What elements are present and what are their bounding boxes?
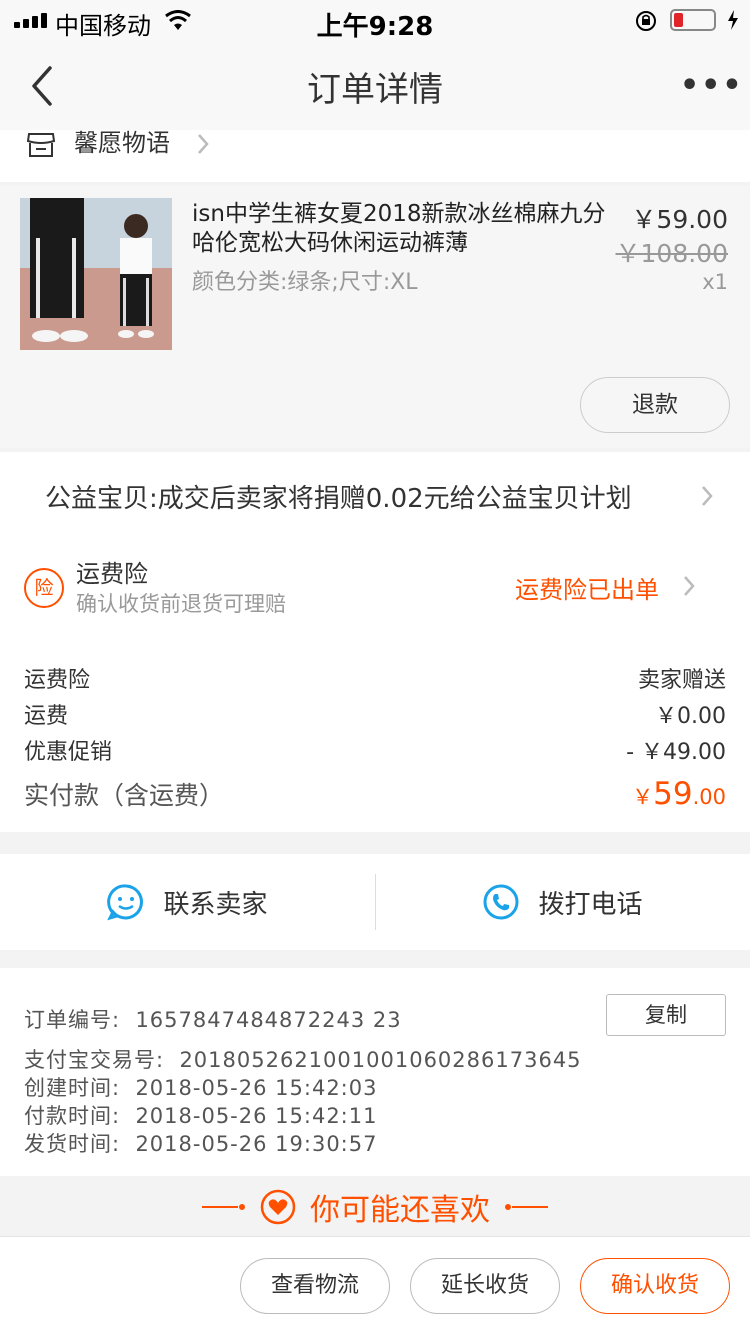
status-bar: 中国移动 上午9:28	[0, 0, 750, 42]
created-label: 创建时间:	[24, 1076, 121, 1100]
shipped-time: 2018-05-26 19:30:57	[135, 1132, 378, 1156]
order-number-label: 订单编号:	[24, 1008, 121, 1032]
fee-label: 优惠促销	[24, 740, 113, 765]
order-number: 1657847484872243 23	[135, 1008, 402, 1032]
orientation-lock-icon	[636, 11, 656, 31]
recommend-title: 你可能还喜欢	[310, 1193, 490, 1228]
total-value: ￥59.00	[632, 776, 726, 812]
product-title[interactable]: isn中学生裤女夏2018新款冰丝棉麻九分哈伦宽松大码休闲运动裤薄	[192, 200, 612, 258]
total-label: 实付款（含运费）	[24, 781, 225, 810]
fee-label: 运费险	[24, 668, 91, 693]
alipay-number: 2018052621001001060286173645	[179, 1048, 582, 1072]
order-item-card[interactable]: isn中学生裤女夏2018新款冰丝棉麻九分哈伦宽松大码休闲运动裤薄 颜色分类:绿…	[0, 186, 750, 448]
created-row: 创建时间: 2018-05-26 15:42:03	[24, 1072, 377, 1102]
extend-receipt-button[interactable]: 延长收货	[410, 1258, 560, 1314]
alipay-label: 支付宝交易号:	[24, 1048, 165, 1072]
total-integer: 59	[653, 776, 693, 812]
recommend-header: 你可能还喜欢	[0, 1178, 750, 1236]
view-logistics-button[interactable]: 查看物流	[240, 1258, 390, 1314]
fee-label: 运费	[24, 704, 69, 729]
shipped-row: 发货时间: 2018-05-26 19:30:57	[24, 1128, 377, 1158]
fee-row-shipping: 运费 ￥0.00	[24, 696, 726, 732]
product-quantity: x1	[702, 270, 728, 294]
fee-row-discount: 优惠促销 - ￥49.00	[24, 732, 726, 768]
decorative-line-left	[202, 1204, 245, 1210]
shop-name: 馨愿物语	[74, 129, 170, 157]
confirm-receipt-button[interactable]: 确认收货	[580, 1258, 730, 1314]
chevron-right-icon	[702, 486, 713, 506]
shipping-insurance-row[interactable]: 险 运费险 确认收货前退货可理赔 运费险已出单	[0, 542, 750, 632]
chevron-right-icon	[198, 134, 209, 154]
contact-seller-label: 联系卖家	[163, 889, 268, 920]
product-thumbnail[interactable]	[20, 198, 172, 350]
product-price: ￥59.00	[631, 205, 728, 234]
charity-text: 公益宝贝:成交后卖家将捐赠0.02元给公益宝贝计划	[45, 484, 632, 514]
total-row: 实付款（含运费） ￥59.00	[24, 772, 726, 816]
fee-summary: 运费险 卖家赠送 运费 ￥0.00 优惠促销 - ￥49.00 实付款（含运费）…	[0, 632, 750, 832]
charging-icon	[728, 10, 738, 30]
alipay-row: 支付宝交易号: 2018052621001001060286173645	[24, 1044, 582, 1074]
paid-time: 2018-05-26 15:42:11	[135, 1104, 378, 1128]
insurance-title: 运费险	[76, 560, 148, 588]
decorative-line-right	[505, 1204, 548, 1210]
fee-value: - ￥49.00	[626, 740, 726, 765]
product-original-price: ￥108.00	[615, 239, 728, 268]
call-phone-label: 拨打电话	[538, 889, 643, 920]
charity-row[interactable]: 公益宝贝:成交后卖家将捐赠0.02元给公益宝贝计划	[0, 452, 750, 542]
total-decimal: .00	[692, 785, 726, 809]
product-sku: 颜色分类:绿条;尺寸:XL	[192, 270, 418, 295]
contact-seller-button[interactable]: 联系卖家	[0, 854, 375, 950]
insurance-subtitle: 确认收货前退货可理赔	[76, 592, 286, 616]
fee-value: ￥0.00	[655, 704, 726, 729]
heart-icon	[260, 1189, 296, 1225]
phone-icon	[483, 884, 519, 920]
shop-header[interactable]: 馨愿物语	[0, 130, 750, 182]
battery-icon	[670, 9, 716, 31]
nav-bar: 订单详情 •••	[0, 42, 750, 130]
order-number-row: 订单编号: 1657847484872243 23	[24, 1004, 402, 1034]
paid-label: 付款时间:	[24, 1104, 121, 1128]
bottom-action-bar: 查看物流 延长收货 确认收货	[0, 1236, 750, 1335]
shop-icon	[26, 133, 56, 157]
more-options-icon[interactable]: •••	[680, 62, 742, 110]
paid-row: 付款时间: 2018-05-26 15:42:11	[24, 1100, 377, 1130]
product-image	[20, 198, 172, 350]
order-info: 订单编号: 1657847484872243 23 复制 支付宝交易号: 201…	[0, 968, 750, 1176]
insurance-icon: 险	[24, 568, 64, 608]
call-phone-button[interactable]: 拨打电话	[375, 854, 750, 950]
fee-value: 卖家赠送	[637, 668, 726, 693]
copy-button[interactable]: 复制	[606, 994, 726, 1036]
refund-button[interactable]: 退款	[580, 377, 730, 433]
page-title: 订单详情	[307, 70, 443, 110]
contact-bar: 联系卖家 拨打电话	[0, 854, 750, 950]
chevron-right-icon	[684, 576, 695, 596]
shipped-label: 发货时间:	[24, 1132, 121, 1156]
insurance-status: 运费险已出单	[515, 576, 659, 604]
total-currency: ￥	[632, 785, 654, 809]
created-time: 2018-05-26 15:42:03	[135, 1076, 378, 1100]
fee-row-insurance: 运费险 卖家赠送	[24, 660, 726, 696]
chat-smile-icon	[107, 884, 144, 921]
